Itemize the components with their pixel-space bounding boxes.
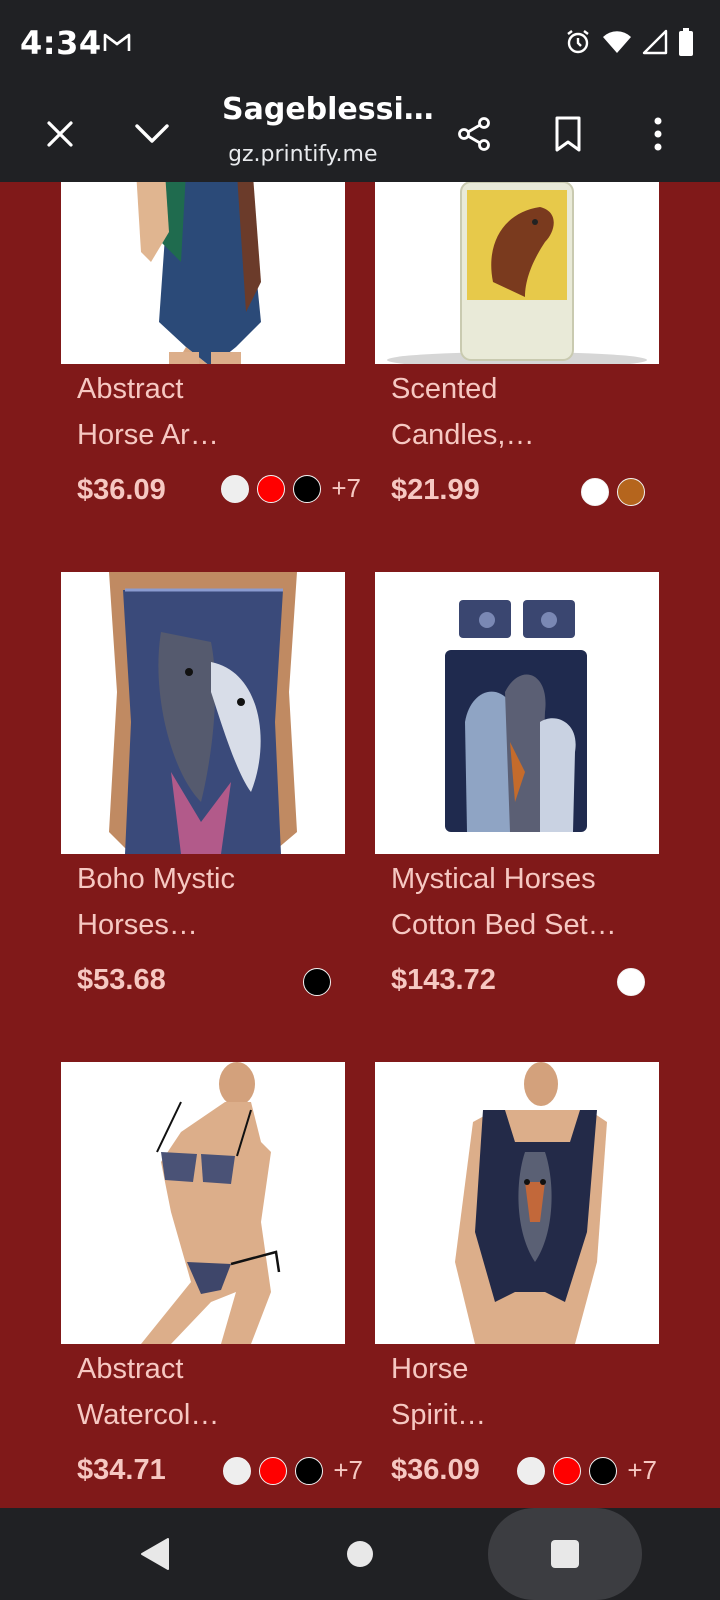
product-price: $53.68 bbox=[77, 964, 166, 996]
product-title[interactable]: Mystical Horses Cotton Bed Set… bbox=[391, 856, 651, 948]
product-image[interactable] bbox=[61, 572, 345, 854]
color-swatch[interactable] bbox=[517, 1456, 546, 1485]
color-swatch[interactable] bbox=[259, 1456, 288, 1485]
bookmark-icon[interactable] bbox=[544, 110, 592, 158]
recents-icon[interactable] bbox=[530, 1508, 600, 1600]
color-swatch[interactable] bbox=[223, 1456, 252, 1485]
color-swatch[interactable] bbox=[553, 1456, 582, 1485]
wifi-icon bbox=[602, 29, 632, 60]
product-title-line: Mystical Horses bbox=[391, 863, 596, 895]
product-image[interactable] bbox=[375, 572, 659, 854]
product-price: $36.09 bbox=[391, 1454, 480, 1486]
color-swatches: +7 bbox=[517, 1455, 657, 1486]
color-swatches bbox=[617, 968, 645, 996]
status-icons bbox=[564, 28, 694, 61]
product-price: $143.72 bbox=[391, 964, 496, 996]
color-swatches: +7 bbox=[223, 1455, 363, 1486]
product-title[interactable]: Horse Spirit… bbox=[391, 1346, 651, 1438]
page-title: Sageblessi… bbox=[222, 92, 434, 127]
product-title-line: Watercol… bbox=[77, 1399, 220, 1431]
status-time: 4:34 bbox=[20, 24, 102, 62]
gmail-icon bbox=[102, 30, 132, 59]
share-icon[interactable] bbox=[450, 110, 498, 158]
product-title[interactable]: Scented Candles,… bbox=[391, 366, 651, 458]
more-colors-count[interactable]: +7 bbox=[333, 1455, 363, 1486]
color-swatch[interactable] bbox=[617, 478, 645, 506]
page-url: gz.printify.me bbox=[216, 142, 378, 172]
color-swatch[interactable] bbox=[581, 478, 609, 506]
product-title-line: Abstract bbox=[77, 373, 184, 405]
battery-icon bbox=[678, 28, 694, 61]
product-title-line: Scented bbox=[391, 373, 498, 405]
product-grid: Abstract Horse Ar… $36.09 +7 Scented Can… bbox=[0, 182, 720, 1508]
product-title-line: Cotton Bed Set… bbox=[391, 909, 617, 941]
color-swatch[interactable] bbox=[221, 474, 250, 503]
home-icon[interactable] bbox=[325, 1508, 395, 1600]
alarm-icon bbox=[564, 28, 592, 61]
product-title-line: Abstract bbox=[77, 1353, 184, 1385]
color-swatch[interactable] bbox=[257, 474, 286, 503]
color-swatches bbox=[303, 968, 331, 996]
signal-icon bbox=[642, 29, 668, 60]
color-swatches: +7 bbox=[221, 473, 361, 504]
product-title-line: Horse bbox=[391, 1353, 469, 1385]
product-title[interactable]: Abstract Horse Ar… bbox=[77, 366, 337, 458]
color-swatch[interactable] bbox=[617, 968, 645, 996]
product-title-line: Horse Ar… bbox=[77, 419, 219, 451]
product-price: $36.09 bbox=[77, 474, 166, 506]
product-title-line: Horses… bbox=[77, 909, 198, 941]
product-title-line: Candles,… bbox=[391, 419, 535, 451]
system-navigation-bar bbox=[0, 1508, 720, 1600]
product-title-line: Boho Mystic bbox=[77, 863, 235, 895]
color-swatch[interactable] bbox=[303, 968, 331, 996]
back-icon[interactable] bbox=[120, 1508, 190, 1600]
chevron-down-icon[interactable] bbox=[128, 110, 176, 158]
product-image[interactable] bbox=[61, 1062, 345, 1344]
close-icon[interactable] bbox=[36, 110, 84, 158]
more-colors-count[interactable]: +7 bbox=[331, 473, 361, 504]
status-bar: 4:34 bbox=[0, 0, 720, 86]
product-title-line: Spirit… bbox=[391, 1399, 487, 1431]
color-swatches bbox=[581, 478, 645, 506]
color-swatch[interactable] bbox=[589, 1456, 618, 1485]
product-title[interactable]: Boho Mystic Horses… bbox=[77, 856, 337, 948]
product-image[interactable] bbox=[375, 182, 659, 364]
more-colors-count[interactable]: +7 bbox=[627, 1455, 657, 1486]
color-swatch[interactable] bbox=[293, 474, 322, 503]
custom-tab-toolbar: Sageblessi… gz.printify.me bbox=[0, 86, 720, 182]
more-options-icon[interactable] bbox=[634, 110, 682, 158]
product-price: $34.71 bbox=[77, 1454, 166, 1486]
product-image[interactable] bbox=[61, 182, 345, 364]
color-swatch[interactable] bbox=[295, 1456, 324, 1485]
product-title[interactable]: Abstract Watercol… bbox=[77, 1346, 337, 1438]
product-price: $21.99 bbox=[391, 474, 480, 506]
product-image[interactable] bbox=[375, 1062, 659, 1344]
